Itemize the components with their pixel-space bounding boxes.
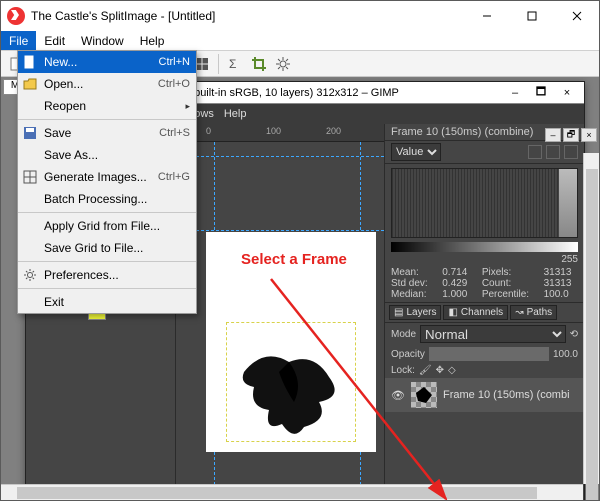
mode-label: Mode — [391, 329, 416, 340]
menu-open[interactable]: Open... Ctrl+O — [18, 73, 196, 95]
lock-paint-icon[interactable]: 🖌 — [419, 365, 432, 376]
tab-layers[interactable]: ▤Layers — [389, 305, 441, 320]
v-scrollbar[interactable] — [583, 153, 599, 484]
window-title: The Castle's SplitImage - [Untitled] — [31, 9, 464, 23]
menu-window[interactable]: Window — [73, 31, 132, 50]
guide-horizontal[interactable] — [176, 230, 384, 231]
channels-icon: ◧ — [448, 307, 457, 318]
menu-preferences[interactable]: Preferences... — [18, 264, 196, 286]
channel-select[interactable]: Value — [391, 143, 441, 161]
menu-batch[interactable]: Batch Processing... — [18, 188, 196, 210]
menu-new[interactable]: New... Ctrl+N — [18, 51, 196, 73]
opacity-label: Opacity — [391, 349, 425, 360]
close-button[interactable] — [554, 1, 599, 31]
tb-sigma-icon[interactable]: Σ — [224, 53, 246, 75]
mdi-controls: – 🗗 × — [545, 128, 597, 142]
paths-icon: ↝ — [515, 307, 523, 318]
tab-paths[interactable]: ↝Paths — [510, 305, 557, 320]
open-icon — [22, 76, 38, 92]
h-scrollbar[interactable] — [1, 484, 583, 500]
menu-generate[interactable]: Generate Images... Ctrl+G — [18, 166, 196, 188]
gimp-max-button[interactable]: 🗖 — [528, 83, 554, 103]
eye-icon[interactable]: 👁 — [391, 389, 405, 402]
hist-btn-icon[interactable] — [546, 145, 560, 159]
mode-select[interactable]: Normal — [420, 325, 566, 343]
generate-icon — [22, 169, 38, 185]
menu-reopen[interactable]: Reopen▸ — [18, 95, 196, 117]
bird-image — [234, 342, 354, 442]
file-menu-dropdown: New... Ctrl+N Open... Ctrl+O Reopen▸ Sav… — [17, 50, 197, 314]
canvas[interactable] — [176, 142, 384, 500]
tb-gear-icon[interactable] — [272, 53, 294, 75]
histogram-stats: Mean:0.714 Pixels:31313 Std dev:0.429 Co… — [385, 265, 584, 303]
menubar: File Edit Window Help — [1, 31, 599, 51]
menu-save[interactable]: Save Ctrl+S — [18, 122, 196, 144]
maximize-button[interactable] — [509, 1, 554, 31]
gimp-menu-item[interactable]: Help — [224, 108, 247, 120]
menu-file[interactable]: File — [1, 31, 36, 50]
histogram — [391, 168, 578, 238]
layer-row-name: Frame 10 (150ms) (combi — [443, 389, 570, 401]
opacity-slider[interactable] — [429, 347, 549, 361]
new-icon — [22, 54, 38, 70]
hist-btn-icon[interactable] — [528, 145, 542, 159]
hist-btn-icon[interactable] — [564, 145, 578, 159]
gradient-ramp — [391, 242, 578, 252]
gear-icon — [22, 267, 38, 283]
mdi-restore-icon[interactable]: 🗗 — [563, 128, 579, 142]
gimp-right-dock: Frame 10 (150ms) (combine) Value 255 Mea… — [384, 124, 584, 500]
layers-icon: ▤ — [394, 307, 403, 318]
dock-tabs: ▤Layers ◧Channels ↝Paths — [385, 303, 584, 323]
lock-move-icon[interactable]: ✥ — [436, 365, 444, 376]
gimp-close-button[interactable]: × — [554, 83, 580, 103]
menu-edit[interactable]: Edit — [36, 31, 73, 50]
hist-max: 255 — [385, 254, 584, 265]
menu-applygrid[interactable]: Apply Grid from File... — [18, 215, 196, 237]
svg-text:Σ: Σ — [229, 57, 236, 71]
tb-crop-icon[interactable] — [248, 53, 270, 75]
ruler-horizontal: 0 100 200 — [176, 124, 384, 142]
mode-reset-icon[interactable]: ⟲ — [570, 329, 578, 340]
app-icon — [7, 7, 25, 25]
layer-row[interactable]: 👁 Frame 10 (150ms) (combi — [385, 378, 584, 412]
annotation-text: Select a Frame — [241, 251, 347, 268]
lock-alpha-icon[interactable]: ◇ — [448, 365, 456, 376]
mdi-min-icon[interactable]: – — [545, 128, 561, 142]
lock-label: Lock: — [391, 365, 415, 376]
menu-saveas[interactable]: Save As... — [18, 144, 196, 166]
mdi-close-icon[interactable]: × — [581, 128, 597, 142]
save-icon — [22, 125, 38, 141]
tab-channels[interactable]: ◧Channels — [443, 305, 508, 320]
guide-horizontal[interactable] — [176, 156, 384, 157]
menu-help[interactable]: Help — [132, 31, 173, 50]
gimp-canvas-area: 0 100 200 — [176, 124, 384, 500]
opacity-value: 100.0 — [553, 349, 578, 360]
menu-exit[interactable]: Exit — [18, 291, 196, 313]
gimp-min-button[interactable]: – — [502, 83, 528, 103]
minimize-button[interactable] — [464, 1, 509, 31]
menu-savegrid[interactable]: Save Grid to File... — [18, 237, 196, 259]
titlebar: The Castle's SplitImage - [Untitled] — [1, 1, 599, 31]
layer-thumb — [411, 382, 437, 408]
